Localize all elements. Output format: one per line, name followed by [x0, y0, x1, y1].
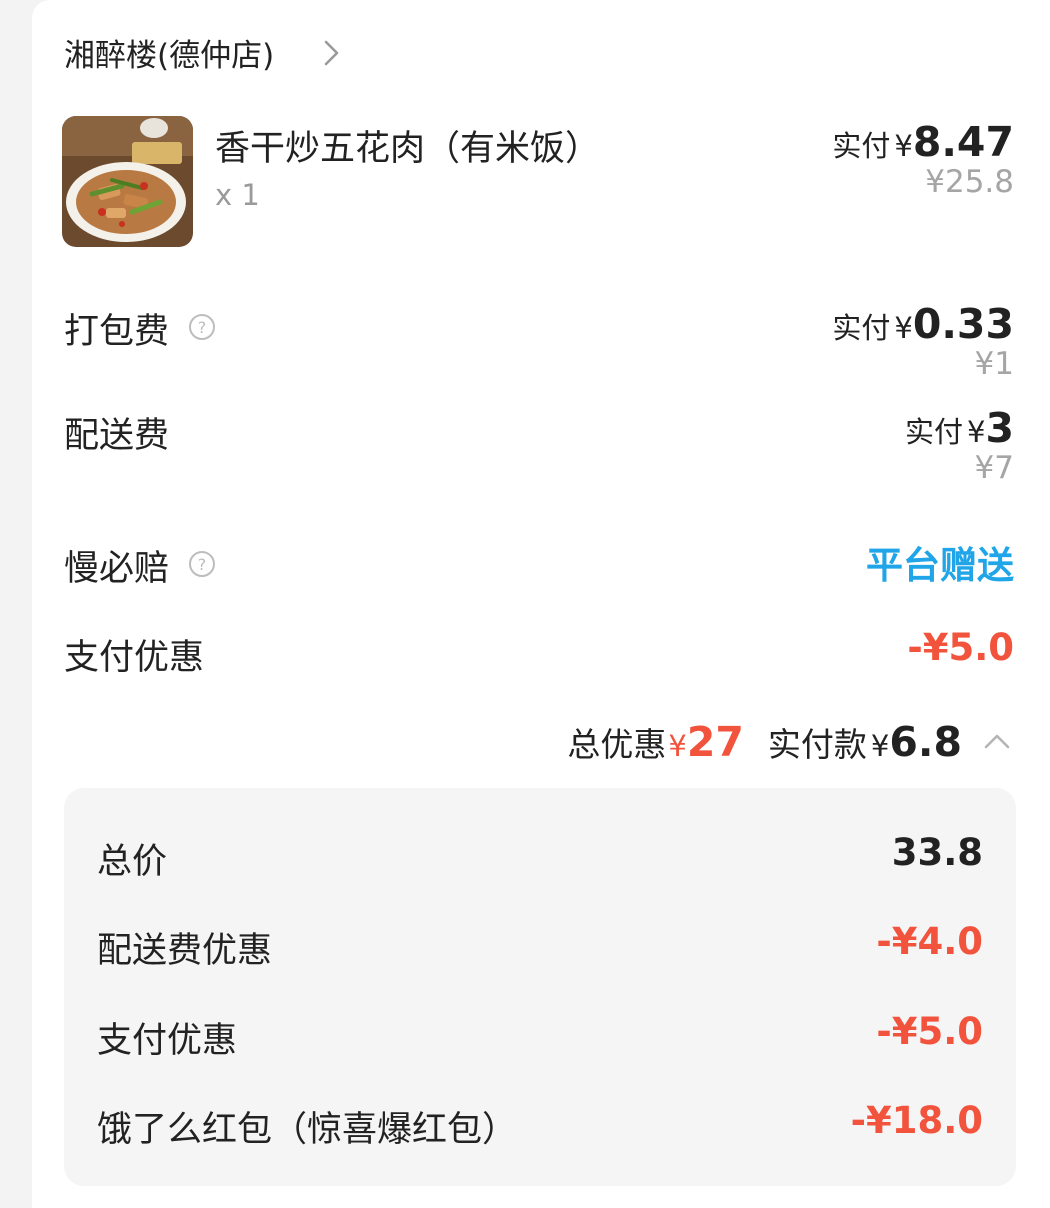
store-name[interactable]: 湘醉楼(德仲店) — [64, 30, 274, 75]
currency-symbol: ¥ — [967, 415, 986, 449]
breakdown-value: 33.8 — [891, 831, 983, 874]
delivery-fee-label: 配送费 — [64, 416, 170, 456]
order-summary-toggle[interactable]: 总优惠 ¥ 27 实付款 ¥ 6.8 — [567, 718, 1014, 766]
currency-symbol: ¥ — [894, 311, 913, 345]
slow-compensation-text: 慢必赔 — [64, 549, 170, 589]
svg-text:?: ? — [198, 555, 207, 574]
item-paid-amount: 8.47 — [912, 118, 1014, 166]
packaging-fee-price-block: 实付 ¥0.33 ¥1 — [832, 300, 1014, 382]
delivery-fee-price-block: 实付 ¥3 ¥7 — [905, 404, 1014, 486]
slow-compensation-value: 平台赠送 — [866, 544, 1014, 587]
breakdown-label: 饿了么红包（惊喜爆红包） — [97, 1110, 518, 1150]
item-original-price: ¥25.8 — [925, 164, 1014, 200]
paid-total-value: 6.8 — [889, 718, 962, 766]
delivery-fee-original: ¥7 — [974, 450, 1014, 486]
food-thumbnail[interactable] — [62, 116, 193, 247]
breakdown-value: -¥4.0 — [876, 920, 983, 963]
food-image — [62, 116, 193, 247]
packaging-fee-original: ¥1 — [974, 346, 1014, 382]
item-quantity: x 1 — [215, 178, 260, 212]
chevron-up-icon[interactable] — [980, 725, 1014, 759]
paid-label: 实付 — [832, 311, 891, 345]
item-price-block: 实付 ¥8.47 ¥25.8 — [832, 118, 1014, 200]
help-icon[interactable]: ? — [188, 313, 216, 341]
price-breakdown-panel: 总价 33.8 配送费优惠 -¥4.0 支付优惠 -¥5.0 饿了么红包（惊喜爆… — [64, 788, 1016, 1186]
delivery-fee-paid: 3 — [985, 404, 1014, 452]
total-discount-label: 总优惠 — [567, 725, 667, 764]
breakdown-label: 配送费优惠 — [97, 931, 273, 971]
fee-label: 打包费 — [64, 312, 170, 352]
payment-discount-label: 支付优惠 — [64, 638, 205, 678]
item-name[interactable]: 香干炒五花肉（有米饭） — [215, 120, 600, 171]
total-discount-value: 27 — [686, 718, 744, 766]
slow-compensation-label: 慢必赔 ? — [64, 540, 216, 591]
breakdown-label: 支付优惠 — [97, 1021, 238, 1061]
chevron-right-icon[interactable] — [314, 36, 348, 70]
paid-label: 实付 — [905, 415, 964, 449]
breakdown-label: 总价 — [97, 842, 168, 882]
packaging-fee-paid: 0.33 — [912, 300, 1014, 348]
packaging-fee-label: 打包费 ? — [64, 303, 216, 354]
currency-symbol: ¥ — [870, 729, 890, 763]
currency-symbol: ¥ — [894, 129, 913, 163]
breakdown-value: -¥5.0 — [876, 1010, 983, 1053]
help-icon[interactable]: ? — [188, 550, 216, 578]
paid-label: 实付 — [832, 129, 891, 163]
svg-text:?: ? — [198, 318, 207, 337]
paid-total-label: 实付款 — [767, 725, 867, 764]
currency-symbol: ¥ — [668, 729, 687, 763]
order-detail-card: 湘醉楼(德仲店) 香干炒五花肉（有米饭） x 1 实付 ¥8.47 ¥25.8 … — [32, 0, 1050, 1208]
breakdown-value: -¥18.0 — [850, 1099, 983, 1142]
payment-discount-value: -¥5.0 — [907, 626, 1014, 669]
